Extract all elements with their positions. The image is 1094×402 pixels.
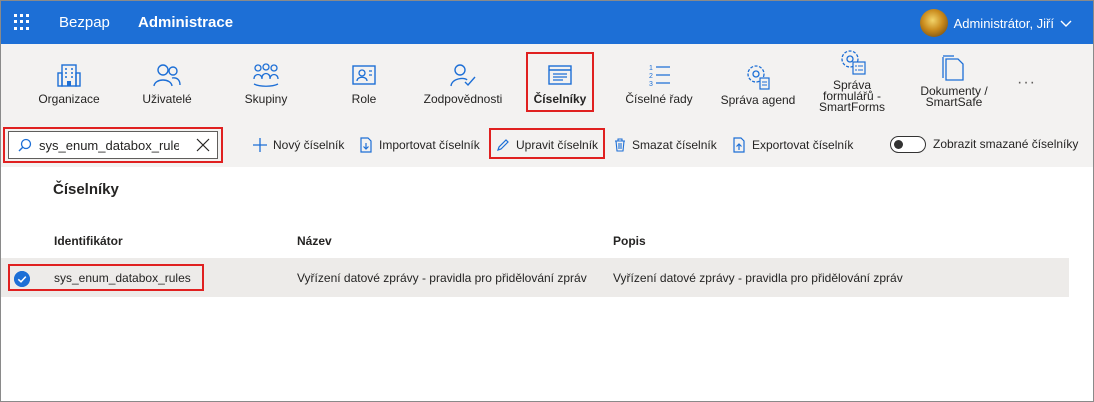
ribbon-item-skupiny[interactable]: Skupiny (232, 61, 300, 106)
toggle-knob (894, 140, 903, 149)
plus-icon (253, 138, 267, 152)
more-commands-button[interactable]: ··· (1017, 74, 1036, 92)
user-name: Administrátor, Jiří (953, 15, 1054, 31)
gear-document-icon (747, 65, 770, 90)
column-header-description[interactable]: Popis (613, 234, 646, 248)
cell-name: Vyřízení datové zprávy - pravidla pro př… (297, 271, 587, 285)
ribbon-item-organizace[interactable]: Organizace (34, 61, 104, 106)
group-icon (253, 63, 279, 87)
ribbon-item-label: Správa agend (720, 93, 796, 107)
export-enum-label: Exportovat číselník (752, 138, 854, 152)
trash-icon (615, 138, 625, 152)
edit-enum-button[interactable]: Upravit číselník (496, 136, 598, 154)
users-icon (153, 64, 181, 87)
delete-enum-button[interactable]: Smazat číselník (614, 136, 717, 154)
ribbon-item-ciselne-rady[interactable]: 1 2 3 Číselné řady (620, 61, 698, 106)
top-bar: Bezpap Administrace Administrátor, Jiří (1, 1, 1093, 44)
gear-form-icon (841, 50, 866, 75)
chevron-down-icon (1060, 20, 1072, 27)
svg-text:3: 3 (649, 81, 653, 88)
ribbon-item-label: Číselné řady (625, 92, 693, 106)
show-deleted-label: Zobrazit smazané číselníky (933, 137, 1079, 151)
ribbon-item-dokumenty[interactable]: Dokumenty / SmartSafe (910, 53, 998, 108)
user-menu[interactable]: Administrátor, Jiří (919, 9, 1072, 37)
import-icon (360, 137, 372, 153)
delete-enum-label: Smazat číselník (632, 138, 717, 152)
ribbon-item-label: Správa formulářů - SmartForms (819, 78, 885, 114)
export-icon (733, 137, 745, 153)
show-deleted-toggle[interactable] (890, 136, 926, 153)
import-enum-button[interactable]: Importovat číselník (359, 136, 480, 154)
pencil-icon (497, 139, 509, 151)
search-box[interactable] (8, 131, 218, 159)
ribbon-item-label: Zodpovědnosti (423, 92, 503, 106)
ribbon-item-label: Organizace (38, 92, 100, 106)
documents-icon (942, 55, 964, 81)
column-header-identifier[interactable]: Identifikátor (54, 234, 123, 248)
ribbon-item-label: Skupiny (244, 92, 288, 106)
svg-text:1: 1 (649, 65, 653, 72)
ribbon-item-label: Uživatelé (142, 92, 192, 106)
ribbon-item-zodpovednosti[interactable]: Zodpovědnosti (420, 61, 506, 106)
column-header-name[interactable]: Název (297, 234, 332, 248)
ribbon-item-label: Role (351, 92, 377, 106)
ribbon-item-uzivatele[interactable]: Uživatelé (133, 61, 201, 106)
section-title: Administrace (138, 14, 234, 31)
ribbon-item-label: Dokumenty / SmartSafe (920, 84, 988, 109)
ribbon-item-sprava-formularu[interactable]: Správa formulářů - SmartForms (812, 47, 892, 113)
export-enum-button[interactable]: Exportovat číselník (732, 136, 853, 154)
avatar (919, 9, 948, 37)
numbered-list-icon: 1 2 3 (649, 65, 670, 88)
building-icon (57, 64, 81, 87)
edit-enum-label: Upravit číselník (516, 138, 599, 152)
new-enum-label: Nový číselník (273, 138, 345, 152)
cell-description: Vyřízení datové zprávy - pravidla pro př… (613, 271, 903, 285)
user-check-icon (450, 64, 476, 87)
role-card-icon (352, 65, 376, 85)
import-enum-label: Importovat číselník (379, 138, 480, 152)
clear-icon[interactable] (196, 138, 210, 152)
row-highlight (8, 264, 204, 291)
selected-ribbon-highlight (526, 52, 594, 112)
svg-text:2: 2 (649, 73, 653, 80)
search-input[interactable] (39, 137, 179, 153)
new-enum-button[interactable]: Nový číselník (253, 136, 344, 154)
app-launcher-icon[interactable] (14, 14, 30, 30)
app-name[interactable]: Bezpap (59, 14, 110, 31)
page-title: Číselníky (53, 181, 119, 198)
ribbon-item-role[interactable]: Role (330, 61, 398, 106)
search-icon (18, 138, 32, 152)
ribbon-item-sprava-agend[interactable]: Správa agend (716, 61, 800, 107)
